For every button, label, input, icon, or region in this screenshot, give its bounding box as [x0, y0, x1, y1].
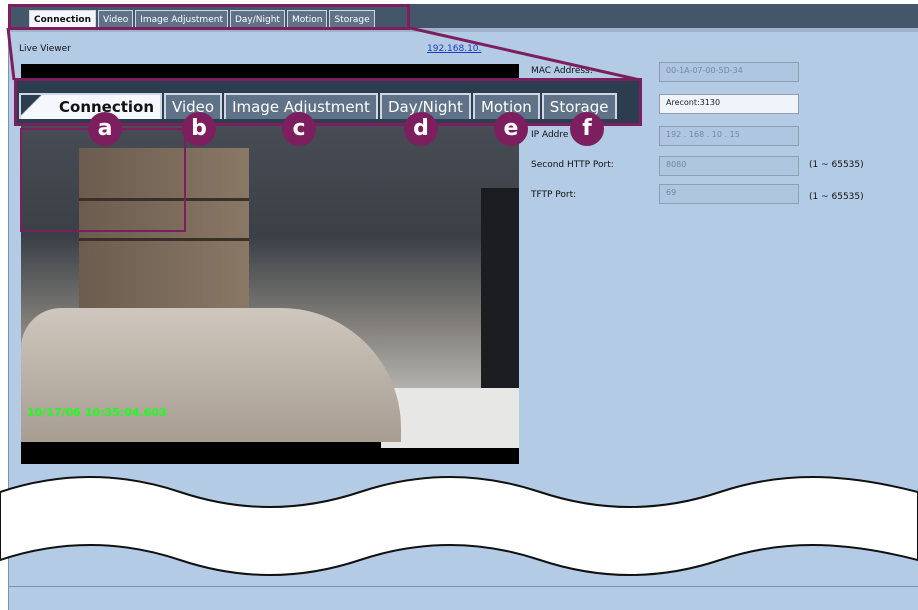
badge-b: b	[182, 112, 216, 146]
shelf-board	[79, 238, 249, 241]
video-timestamp: 10/17/06 10:35:04.603	[27, 406, 167, 419]
tab-row: Connection Video Image Adjustment Day/Ni…	[29, 10, 375, 30]
desk	[381, 388, 519, 448]
mac-address-field: 00-1A-07-00-5D-34	[659, 62, 799, 82]
ip-address-label: IP Addre	[531, 130, 569, 140]
top-tab-bar: Connection Video Image Adjustment Day/Ni…	[9, 4, 918, 32]
http-port-range: (1 ~ 65535)	[809, 160, 864, 170]
badge-d: d	[404, 112, 438, 146]
ip-address-field: 192 . 168 . 10 . 15	[659, 126, 799, 146]
second-http-port-field[interactable]: 8080	[659, 156, 799, 176]
tab-image-adjustment[interactable]: Image Adjustment	[135, 10, 228, 30]
chair-with-jacket	[21, 308, 401, 442]
page-break-wave	[0, 476, 918, 576]
badge-c: c	[282, 112, 316, 146]
tftp-port-range: (1 ~ 65535)	[809, 192, 864, 202]
tab-motion[interactable]: Motion	[286, 10, 328, 30]
badge-f: f	[570, 112, 604, 146]
tab-video[interactable]: Video	[98, 10, 134, 30]
badge-e: e	[494, 112, 528, 146]
badge-a: a	[88, 112, 122, 146]
tftp-port-field[interactable]: 69	[659, 184, 799, 204]
bottom-border	[8, 586, 918, 587]
tab-day-night[interactable]: Day/Night	[229, 10, 285, 30]
mac-address-label: MAC Address:	[531, 66, 593, 76]
camera-model-field[interactable]: Arecont:3130	[659, 94, 799, 114]
live-viewer-label: Live Viewer	[19, 44, 71, 54]
camera-ip-link[interactable]: 192.168.10.	[427, 44, 481, 54]
second-http-port-label: Second HTTP Port:	[531, 160, 614, 170]
zoom-tab-connection[interactable]: Connection	[19, 93, 163, 119]
tab-storage[interactable]: Storage	[329, 10, 375, 30]
tab-underline-strip	[9, 28, 918, 32]
tab-connection[interactable]: Connection	[29, 10, 97, 30]
tftp-port-label: TFTP Port:	[531, 190, 577, 200]
